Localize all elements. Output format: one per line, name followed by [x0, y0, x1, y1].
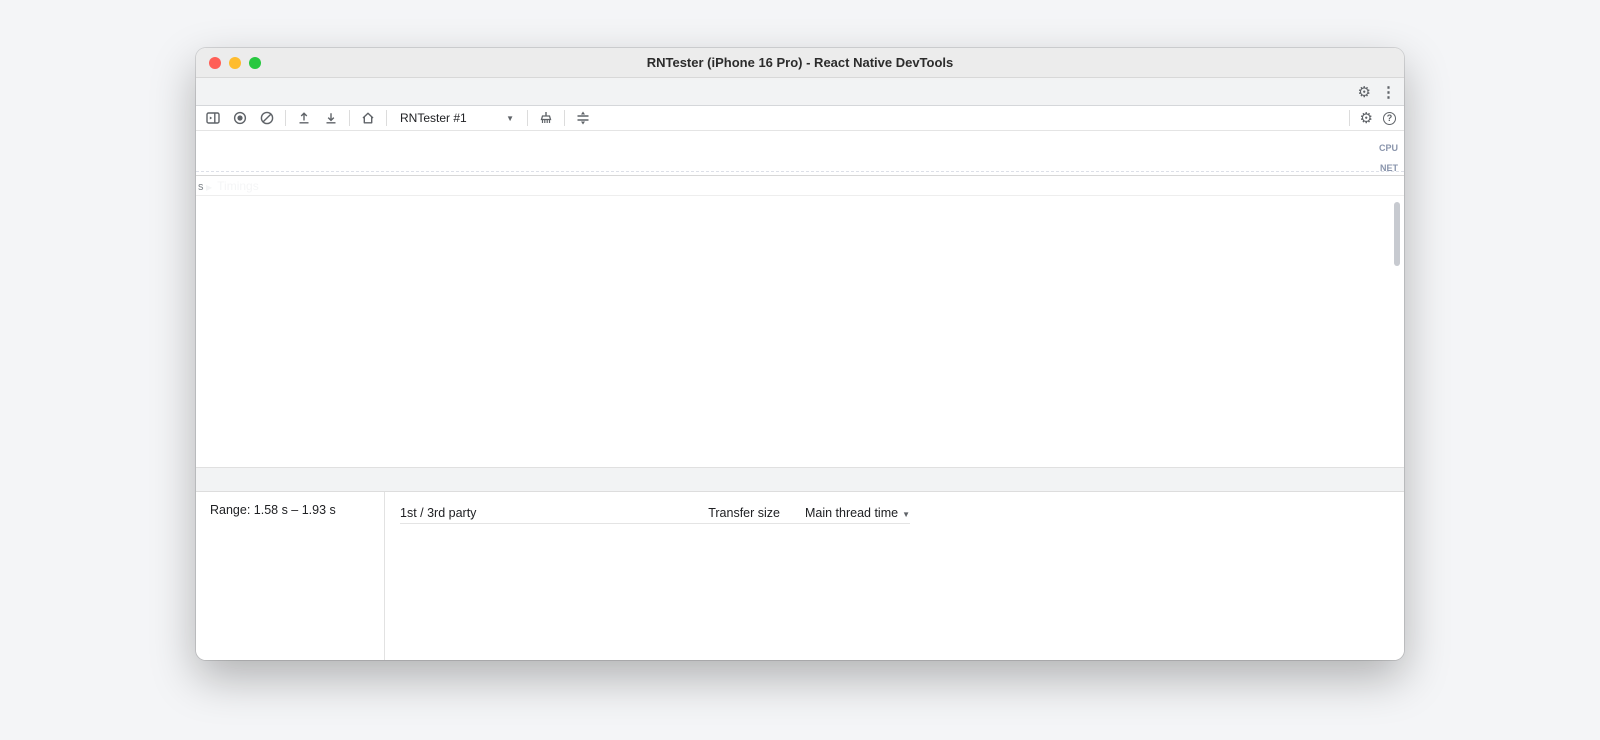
- toolbar-separator: [285, 110, 286, 126]
- record-icon[interactable]: [231, 109, 249, 127]
- collect-garbage-icon[interactable]: [537, 109, 555, 127]
- help-icon[interactable]: ?: [1383, 111, 1396, 125]
- clipped-tick-label: s: [198, 181, 204, 193]
- net-baseline: [196, 171, 1404, 172]
- load-profile-icon[interactable]: [295, 109, 313, 127]
- sort-desc-icon: ▼: [902, 510, 910, 519]
- toolbar-separator: [1348, 110, 1350, 126]
- minimize-window-button[interactable]: [229, 57, 241, 69]
- timeline-overview[interactable]: CPU NET: [196, 131, 1404, 176]
- settings-gear-icon[interactable]: ⚙: [1358, 85, 1371, 100]
- toolbar-separator: [386, 110, 387, 126]
- save-profile-icon[interactable]: [322, 109, 340, 127]
- time-ruler: [196, 176, 1404, 196]
- details-tab-bar: [196, 467, 1404, 492]
- target-selector-value: RNTester #1: [400, 111, 467, 125]
- party-table: 1st / 3rd party Transfer size Main threa…: [400, 503, 910, 660]
- close-window-button[interactable]: [209, 57, 221, 69]
- flame-chart-area[interactable]: ▶Timings s: [196, 176, 1404, 467]
- performance-toolbar: RNTester #1 ▼ ⚙ ?: [196, 106, 1404, 131]
- clear-icon[interactable]: [258, 109, 276, 127]
- net-lane-label: NET: [1380, 163, 1398, 173]
- chevron-down-icon: ▼: [506, 113, 514, 123]
- more-options-kebab-icon[interactable]: ⋮: [1381, 83, 1396, 101]
- home-icon[interactable]: [359, 109, 377, 127]
- capture-settings-gear-icon[interactable]: ⚙: [1360, 111, 1373, 126]
- header-transfer-size[interactable]: Transfer size: [630, 506, 780, 520]
- devtools-window: RNTester (iPhone 16 Pro) - React Native …: [196, 48, 1404, 660]
- summary-panel: Range: 1.58 s – 1.93 s 1st / 3rd party T…: [196, 492, 1404, 660]
- window-title: RNTester (iPhone 16 Pro) - React Native …: [646, 55, 954, 70]
- summary-legend-section: Range: 1.58 s – 1.93 s: [196, 492, 385, 660]
- traffic-lights: [209, 57, 261, 69]
- zoom-window-button[interactable]: [249, 57, 261, 69]
- toggle-sidebar-icon[interactable]: [204, 109, 222, 127]
- range-label: Range: 1.58 s – 1.93 s: [210, 503, 336, 517]
- toolbar-separator: [564, 110, 565, 126]
- devtools-tab-bar: ⚙ ⋮: [196, 78, 1404, 106]
- header-party[interactable]: 1st / 3rd party: [400, 506, 630, 520]
- target-selector-dropdown[interactable]: RNTester #1 ▼: [396, 108, 518, 128]
- toolbar-separator: [349, 110, 350, 126]
- toolbar-separator: [527, 110, 528, 126]
- cpu-lane-label: CPU: [1378, 143, 1398, 153]
- title-bar: RNTester (iPhone 16 Pro) - React Native …: [196, 48, 1404, 78]
- party-table-header: 1st / 3rd party Transfer size Main threa…: [400, 503, 910, 524]
- vertical-scrollbar[interactable]: [1394, 202, 1400, 266]
- throttling-tune-icon[interactable]: [574, 109, 592, 127]
- header-main-thread-time[interactable]: Main thread time ▼: [780, 506, 910, 520]
